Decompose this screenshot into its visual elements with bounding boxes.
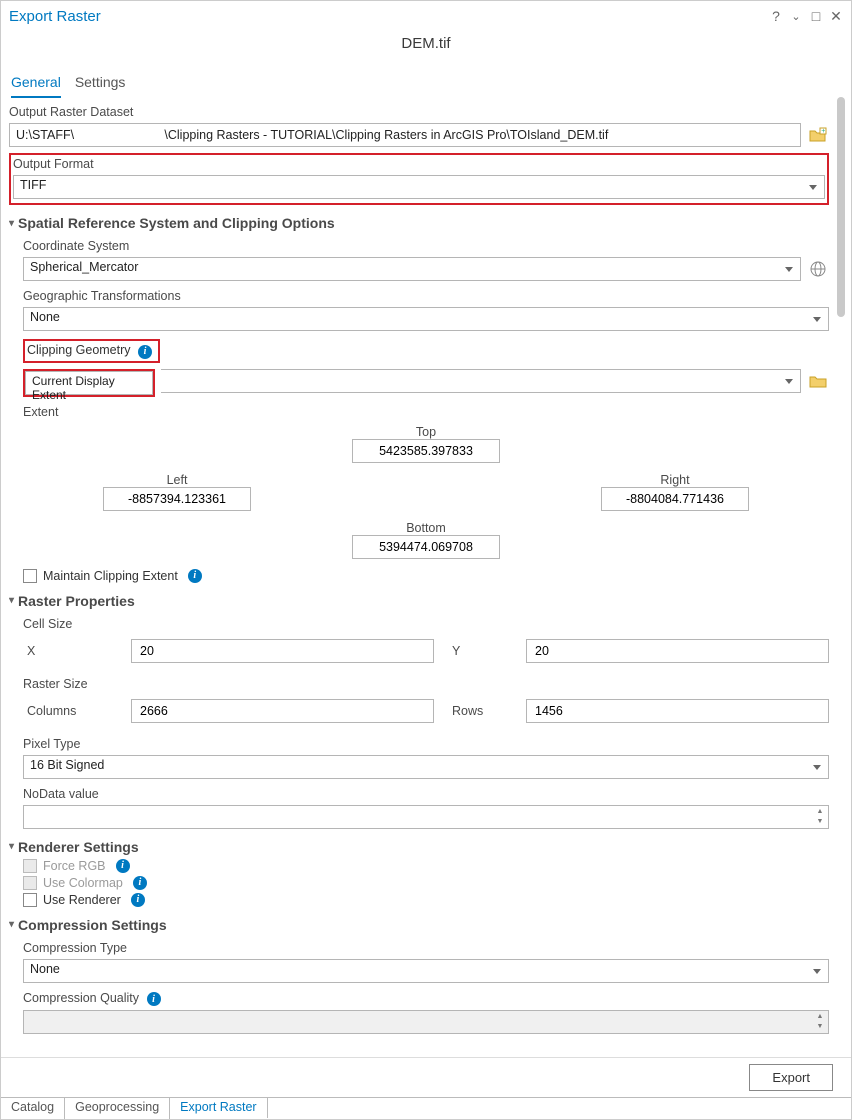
extent-top-label: Top: [352, 425, 500, 439]
close-icon[interactable]: ✕: [829, 8, 843, 25]
tab-general[interactable]: General: [11, 70, 61, 98]
export-button[interactable]: Export: [749, 1064, 833, 1091]
subtitle: DEM.tif: [1, 35, 851, 52]
rows-input[interactable]: [526, 699, 829, 723]
compression-type-label: Compression Type: [23, 941, 829, 955]
columns-input[interactable]: [131, 699, 434, 723]
cell-y-input[interactable]: [526, 639, 829, 663]
cell-x-input[interactable]: [131, 639, 434, 663]
info-icon[interactable]: i: [188, 569, 202, 583]
use-renderer-label: Use Renderer: [43, 893, 121, 907]
use-colormap-checkbox: [23, 876, 37, 890]
folder-icon[interactable]: [807, 370, 829, 392]
clip-geom-select[interactable]: [161, 369, 801, 393]
geo-trans-label: Geographic Transformations: [23, 289, 829, 303]
nodata-stepper[interactable]: ▲▼: [23, 805, 829, 829]
bottom-tab-geoprocessing[interactable]: Geoprocessing: [65, 1098, 170, 1119]
chevron-down-icon[interactable]: ▾: [9, 919, 14, 930]
force-rgb-label: Force RGB: [43, 859, 106, 873]
pixel-type-label: Pixel Type: [23, 737, 829, 751]
cell-y-label: Y: [452, 644, 508, 658]
use-colormap-label: Use Colormap: [43, 876, 123, 890]
output-dataset-label: Output Raster Dataset: [9, 105, 829, 119]
collapse-icon[interactable]: ⌄: [789, 10, 803, 23]
cell-size-label: Cell Size: [23, 617, 829, 631]
maintain-extent-checkbox[interactable]: [23, 569, 37, 583]
info-icon[interactable]: i: [147, 992, 161, 1006]
info-icon[interactable]: i: [138, 345, 152, 359]
output-dataset-input[interactable]: [9, 123, 801, 147]
info-icon[interactable]: i: [131, 893, 145, 907]
scrollbar[interactable]: [837, 97, 847, 1079]
geo-trans-value: None: [30, 310, 60, 324]
chevron-down-icon[interactable]: ▾: [9, 595, 14, 606]
geo-trans-select[interactable]: None: [23, 307, 829, 331]
scrollbar-thumb[interactable]: [837, 97, 845, 317]
raster-props-title: Raster Properties: [18, 593, 135, 609]
output-format-select[interactable]: TIFF: [13, 175, 825, 199]
coord-system-select[interactable]: Spherical_Mercator: [23, 257, 801, 281]
output-format-label: Output Format: [13, 157, 825, 171]
cell-x-label: X: [23, 644, 113, 658]
force-rgb-checkbox: [23, 859, 37, 873]
tab-settings[interactable]: Settings: [75, 70, 126, 98]
globe-icon[interactable]: [807, 258, 829, 280]
compression-type-value: None: [30, 962, 60, 976]
svg-text:+: +: [821, 128, 825, 135]
columns-label: Columns: [23, 704, 113, 718]
extent-top-input[interactable]: [352, 439, 500, 463]
help-icon[interactable]: ?: [769, 8, 783, 24]
chevron-down-icon[interactable]: ▾: [9, 218, 14, 229]
extent-label: Extent: [23, 405, 829, 419]
bottom-tab-catalog[interactable]: Catalog: [1, 1098, 65, 1119]
extent-left-label: Left: [103, 473, 251, 487]
pixel-type-value: 16 Bit Signed: [30, 758, 104, 772]
maintain-extent-label: Maintain Clipping Extent: [43, 569, 178, 583]
clip-geom-select-highlight[interactable]: Current Display Extent .red-box.nolabel …: [25, 371, 153, 395]
extent-left-input[interactable]: [103, 487, 251, 511]
renderer-title: Renderer Settings: [18, 839, 139, 855]
compression-quality-label: Compression Quality i: [23, 991, 829, 1007]
pixel-type-select[interactable]: 16 Bit Signed: [23, 755, 829, 779]
restore-icon[interactable]: □: [809, 8, 823, 24]
output-format-value: TIFF: [20, 178, 46, 192]
info-icon[interactable]: i: [116, 859, 130, 873]
srs-section-title: Spatial Reference System and Clipping Op…: [18, 215, 335, 231]
chevron-down-icon[interactable]: ▾: [9, 841, 14, 852]
info-icon[interactable]: i: [133, 876, 147, 890]
clip-geom-value: Current Display Extent: [32, 374, 115, 402]
raster-size-label: Raster Size: [23, 677, 829, 691]
compression-type-select[interactable]: None: [23, 959, 829, 983]
compression-quality-stepper: ▲▼: [23, 1010, 829, 1034]
bottom-tab-export-raster[interactable]: Export Raster: [170, 1097, 267, 1118]
extent-right-label: Right: [601, 473, 749, 487]
use-renderer-checkbox[interactable]: [23, 893, 37, 907]
extent-bottom-input[interactable]: [352, 535, 500, 559]
coord-system-label: Coordinate System: [23, 239, 829, 253]
compression-title: Compression Settings: [18, 917, 167, 933]
window-title: Export Raster: [9, 8, 101, 25]
extent-bottom-label: Bottom: [352, 521, 500, 535]
rows-label: Rows: [452, 704, 508, 718]
extent-right-input[interactable]: [601, 487, 749, 511]
browse-save-icon[interactable]: +: [807, 124, 829, 146]
nodata-label: NoData value: [23, 787, 829, 801]
clip-geom-label: Clipping Geometry: [27, 343, 131, 357]
coord-system-value: Spherical_Mercator: [30, 260, 138, 274]
